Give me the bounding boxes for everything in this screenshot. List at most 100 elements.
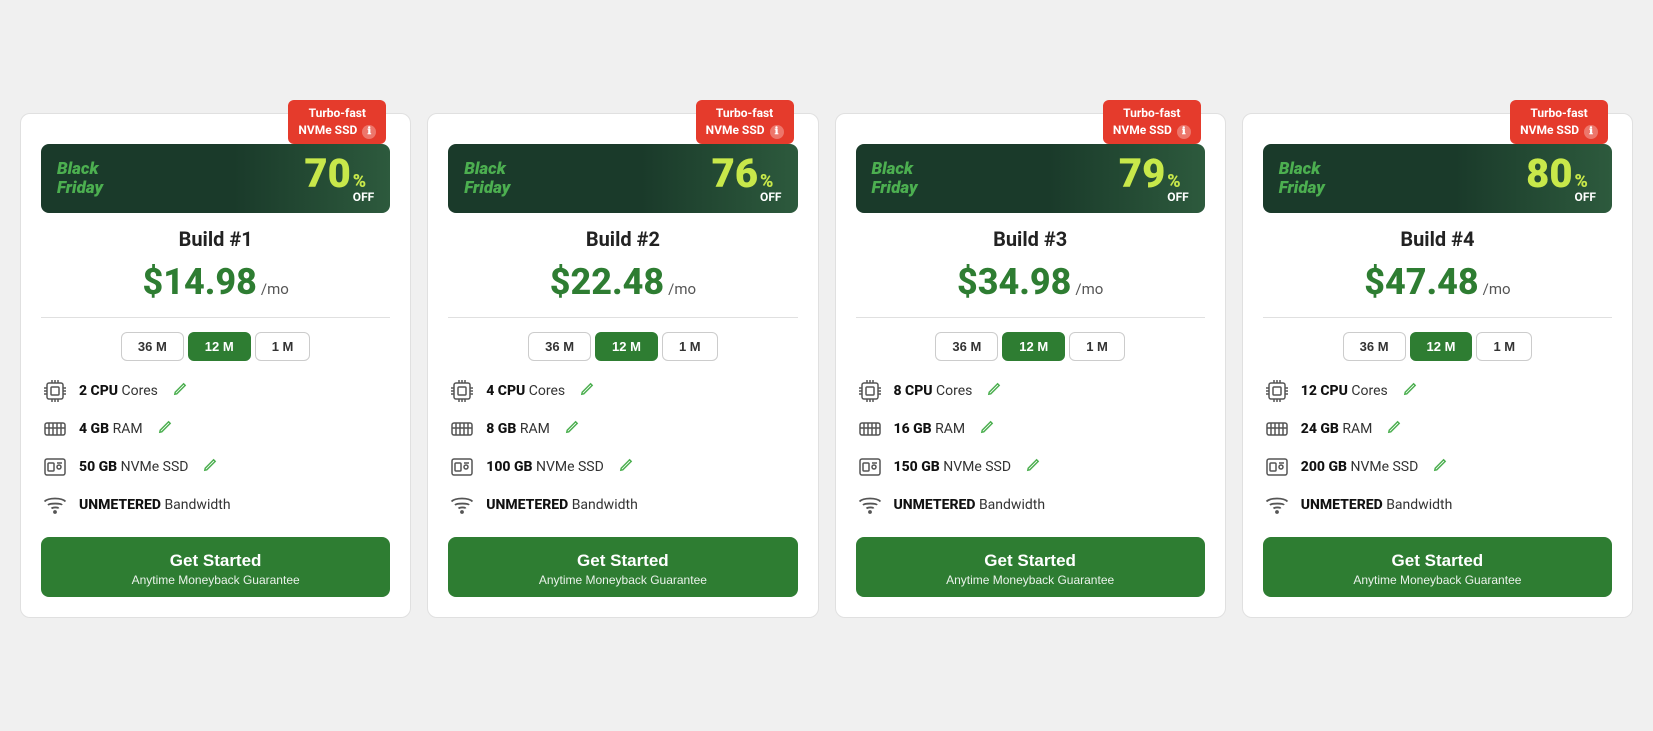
price-period: /mo (1483, 280, 1511, 298)
cpu-icon (856, 377, 884, 405)
edit-icon[interactable] (564, 419, 580, 439)
edit-icon[interactable] (172, 381, 188, 401)
bf-number: 79 (1119, 154, 1165, 194)
bf-discount: 76 % OFF (712, 154, 782, 203)
period-selector: 36 M12 M1 M (528, 332, 717, 361)
get-started-button[interactable]: Get Started Anytime Moneyback Guarantee (448, 537, 797, 597)
period-btn-36m[interactable]: 36 M (121, 332, 184, 361)
get-started-button[interactable]: Get Started Anytime Moneyback Guarantee (41, 537, 390, 597)
spec-text: 50 GB NVMe SSD (79, 459, 188, 475)
plan-card-4: Turbo-fastNVMe SSD ℹ BlackFriday 80 % OF… (1242, 113, 1633, 618)
turbo-badge: Turbo-fastNVMe SSD ℹ (1510, 100, 1608, 144)
spec-bold: UNMETERED (894, 497, 976, 513)
spec-item-ssd: 50 GB NVMe SSD (41, 453, 390, 481)
period-btn-12m[interactable]: 12 M (1410, 332, 1473, 361)
price-line: $34.98 /mo (957, 261, 1103, 303)
ssd-icon (41, 453, 69, 481)
edit-icon[interactable] (579, 381, 595, 401)
spec-bold: 50 GB (79, 459, 117, 475)
period-btn-12m[interactable]: 12 M (595, 332, 658, 361)
turbo-badge: Turbo-fastNVMe SSD ℹ (696, 100, 794, 144)
period-btn-1m[interactable]: 1 M (255, 332, 311, 361)
wifi-icon (41, 491, 69, 519)
spec-bold: UNMETERED (79, 497, 161, 513)
spec-item-wifi: UNMETERED Bandwidth (448, 491, 797, 519)
plan-card-3: Turbo-fastNVMe SSD ℹ BlackFriday 79 % OF… (835, 113, 1226, 618)
edit-icon[interactable] (1025, 457, 1041, 477)
info-icon[interactable]: ℹ (1584, 125, 1598, 139)
wifi-icon (1263, 491, 1291, 519)
edit-icon[interactable] (979, 419, 995, 439)
wifi-icon (448, 491, 476, 519)
spec-text: 200 GB NVMe SSD (1301, 459, 1419, 475)
spec-text: 24 GB RAM (1301, 421, 1373, 437)
spec-text: 4 GB RAM (79, 421, 143, 437)
black-friday-banner: BlackFriday 80 % OFF (1263, 144, 1612, 213)
edit-icon[interactable] (1432, 457, 1448, 477)
bf-off: OFF (760, 191, 781, 203)
black-friday-banner: BlackFriday 76 % OFF (448, 144, 797, 213)
period-selector: 36 M12 M1 M (935, 332, 1124, 361)
spec-text: 2 CPU Cores (79, 383, 158, 399)
spec-item-cpu: 12 CPU Cores (1263, 377, 1612, 405)
spec-text: UNMETERED Bandwidth (894, 497, 1046, 513)
ram-icon (1263, 415, 1291, 443)
info-icon[interactable]: ℹ (362, 125, 376, 139)
period-btn-12m[interactable]: 12 M (188, 332, 251, 361)
edit-icon[interactable] (157, 419, 173, 439)
period-btn-36m[interactable]: 36 M (1343, 332, 1406, 361)
spec-item-wifi: UNMETERED Bandwidth (1263, 491, 1612, 519)
period-btn-12m[interactable]: 12 M (1002, 332, 1065, 361)
build-title: Build #1 (179, 227, 253, 251)
spec-bold: 8 GB (486, 421, 516, 437)
spec-text: UNMETERED Bandwidth (79, 497, 231, 513)
edit-icon[interactable] (1386, 419, 1402, 439)
spec-text: 100 GB NVMe SSD (486, 459, 604, 475)
get-started-label: Get Started (458, 551, 787, 571)
bf-discount: 79 % OFF (1119, 154, 1189, 203)
spec-bold: 12 CPU (1301, 383, 1348, 399)
bf-percent: % (1575, 173, 1588, 191)
bf-text: BlackFriday (57, 160, 103, 197)
spec-item-ram: 16 GB RAM (856, 415, 1205, 443)
spec-bold: 150 GB (894, 459, 940, 475)
edit-icon[interactable] (618, 457, 634, 477)
edit-icon[interactable] (202, 457, 218, 477)
spec-bold: 8 CPU (894, 383, 933, 399)
spec-bold: UNMETERED (486, 497, 568, 513)
bf-discount: 80 % OFF (1526, 154, 1596, 203)
bf-text: BlackFriday (464, 160, 510, 197)
moneyback-label: Anytime Moneyback Guarantee (51, 573, 380, 587)
spec-text: 8 CPU Cores (894, 383, 973, 399)
turbo-badge: Turbo-fastNVMe SSD ℹ (1103, 100, 1201, 144)
bf-off: OFF (1167, 191, 1188, 203)
period-btn-36m[interactable]: 36 M (528, 332, 591, 361)
bf-discount: 70 % OFF (304, 154, 374, 203)
get-started-button[interactable]: Get Started Anytime Moneyback Guarantee (1263, 537, 1612, 597)
edit-icon[interactable] (986, 381, 1002, 401)
plan-card-2: Turbo-fastNVMe SSD ℹ BlackFriday 76 % OF… (427, 113, 818, 618)
specs-list: 4 CPU Cores 8 GB RAM 100 GB NVMe SSD (448, 377, 797, 519)
spec-text: 150 GB NVMe SSD (894, 459, 1012, 475)
period-btn-36m[interactable]: 36 M (935, 332, 998, 361)
period-btn-1m[interactable]: 1 M (1476, 332, 1532, 361)
period-selector: 36 M12 M1 M (1343, 332, 1532, 361)
get-started-button[interactable]: Get Started Anytime Moneyback Guarantee (856, 537, 1205, 597)
specs-list: 12 CPU Cores 24 GB RAM 200 GB NVMe SSD (1263, 377, 1612, 519)
info-icon[interactable]: ℹ (1177, 125, 1191, 139)
spec-item-wifi: UNMETERED Bandwidth (856, 491, 1205, 519)
bf-text: BlackFriday (872, 160, 918, 197)
build-title: Build #3 (993, 227, 1067, 251)
get-started-label: Get Started (1273, 551, 1602, 571)
period-btn-1m[interactable]: 1 M (662, 332, 718, 361)
period-btn-1m[interactable]: 1 M (1069, 332, 1125, 361)
bf-number: 80 (1526, 154, 1572, 194)
price-amount: $34.98 (957, 261, 1071, 303)
price-amount: $22.48 (550, 261, 664, 303)
info-icon[interactable]: ℹ (770, 125, 784, 139)
ssd-icon (1263, 453, 1291, 481)
spec-item-cpu: 4 CPU Cores (448, 377, 797, 405)
spec-item-cpu: 8 CPU Cores (856, 377, 1205, 405)
spec-item-ram: 8 GB RAM (448, 415, 797, 443)
edit-icon[interactable] (1402, 381, 1418, 401)
